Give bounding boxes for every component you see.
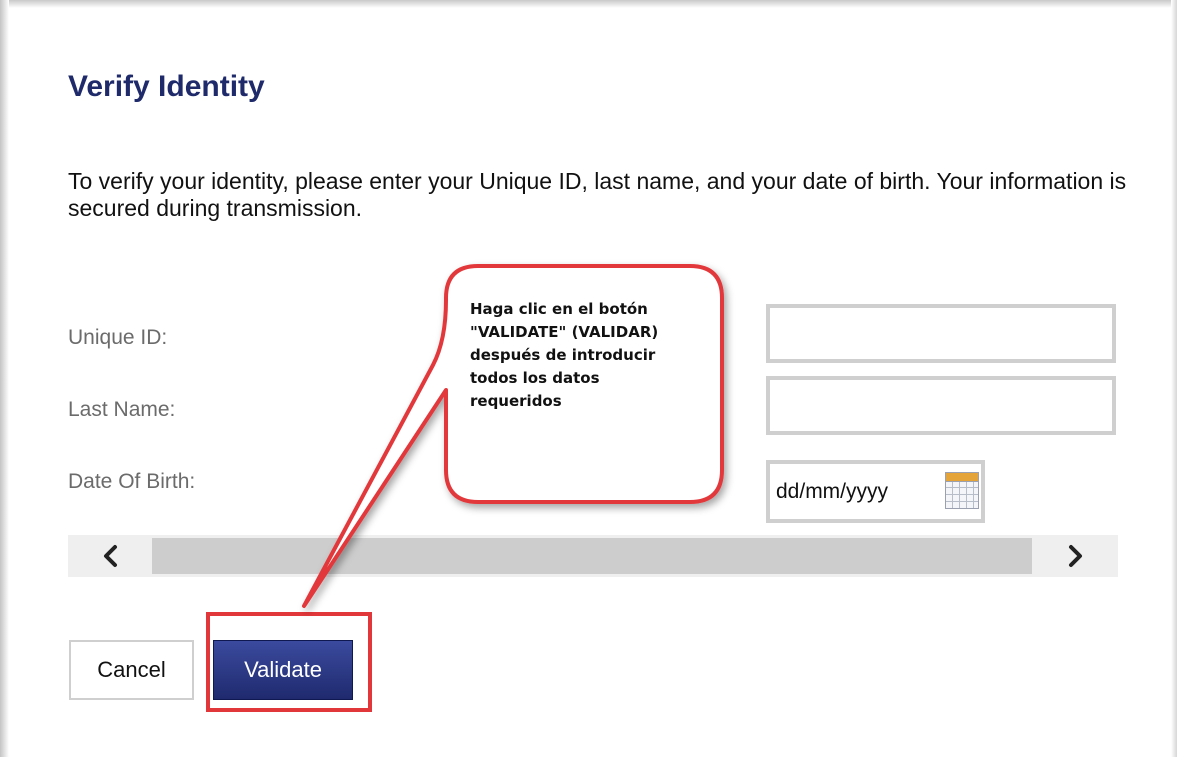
intro-text: To verify your identity, please enter yo… xyxy=(68,168,1127,221)
date-of-birth-label: Date Of Birth: xyxy=(68,470,196,493)
horizontal-scrollbar[interactable] xyxy=(68,535,1118,577)
screenshot-frame-top xyxy=(0,0,1177,8)
unique-id-label: Unique ID: xyxy=(68,326,168,349)
chevron-right-icon xyxy=(1069,545,1082,567)
calendar-icon[interactable] xyxy=(945,472,979,509)
last-name-label: Last Name: xyxy=(68,398,176,421)
chevron-left-icon xyxy=(104,545,117,567)
screenshot-frame-left xyxy=(0,0,9,757)
scroll-right-button[interactable] xyxy=(1034,535,1118,577)
unique-id-input[interactable] xyxy=(766,304,1116,363)
page-title: Verify Identity xyxy=(68,70,265,103)
scrollbar-thumb[interactable] xyxy=(152,538,1032,574)
screenshot-frame-right xyxy=(1171,0,1177,757)
callout-text: Haga clic en el botón "VALIDATE" (VALIDA… xyxy=(470,300,659,410)
cancel-button[interactable]: Cancel xyxy=(69,640,194,700)
date-of-birth-field xyxy=(766,460,985,523)
scroll-left-button[interactable] xyxy=(68,535,152,577)
date-of-birth-input[interactable] xyxy=(776,477,941,507)
last-name-input[interactable] xyxy=(766,376,1116,435)
validate-button[interactable]: Validate xyxy=(213,640,353,700)
